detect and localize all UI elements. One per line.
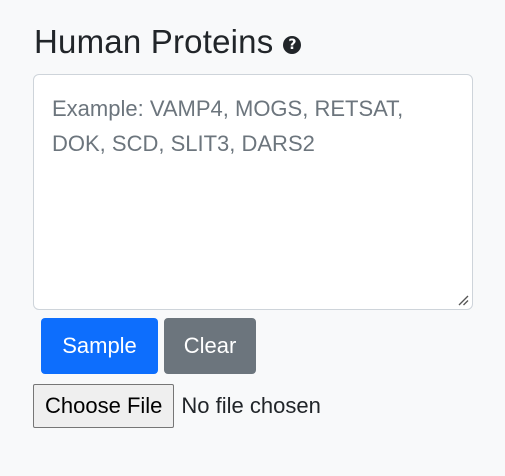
resize-handle-icon[interactable] — [457, 294, 469, 306]
protein-input-container — [33, 74, 473, 310]
file-status-text: No file chosen — [181, 393, 321, 418]
question-circle-icon[interactable]: ? — [283, 36, 302, 54]
choose-file-button[interactable]: Choose File — [33, 384, 175, 428]
file-input: Choose File No file chosen — [33, 384, 321, 428]
sample-button[interactable]: Sample — [41, 318, 158, 374]
clear-button[interactable]: Clear — [164, 318, 256, 374]
header: Human Proteins ? — [34, 22, 302, 62]
page-title: Human Proteins — [34, 23, 274, 60]
protein-list-textarea[interactable] — [34, 75, 472, 309]
